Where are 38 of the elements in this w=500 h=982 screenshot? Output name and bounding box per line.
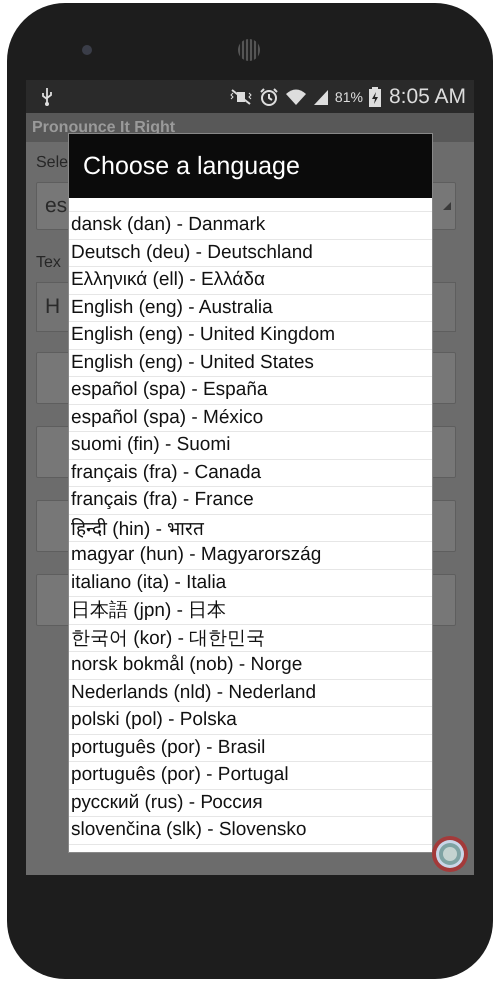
language-option[interactable]: हिन्दी (hin) - भारत	[69, 514, 432, 542]
language-option[interactable]: norsk bokmål (nob) - Norge	[69, 652, 432, 680]
speaker-grille-icon	[238, 39, 260, 61]
language-option[interactable]: 日本語 (jpn) - 日本	[69, 597, 432, 624]
language-option[interactable]: Deutsch (deu) - Deutschland	[69, 240, 432, 267]
language-option[interactable]: polski (pol) - Polska	[69, 707, 432, 734]
text-label: Tex	[36, 254, 61, 272]
language-option[interactable]: Ελληνικά (ell) - Ελλάδα	[69, 267, 432, 294]
language-option[interactable]: English (eng) - Australia	[69, 294, 432, 322]
mute-vibrate-icon	[228, 88, 253, 106]
select-label: Sele	[36, 154, 68, 172]
dropdown-arrow-icon	[443, 202, 451, 210]
language-option[interactable]: français (fra) - Canada	[69, 460, 432, 487]
battery-percentage: 81%	[334, 88, 363, 104]
language-option[interactable]: slovenčina (slk) - Slovensko	[69, 817, 432, 844]
language-option[interactable]: dansk (dan) - Danmark	[69, 212, 432, 240]
language-option[interactable]: português (por) - Brasil	[69, 734, 432, 762]
language-option[interactable]: français (fra) - France	[69, 487, 432, 514]
clock-time: 8:05 AM	[388, 84, 466, 108]
dialog-title: Choose a language	[83, 152, 300, 180]
signal-icon	[312, 88, 329, 106]
language-option[interactable]: русский (rus) - Россия	[69, 790, 432, 817]
floating-bubble-icon[interactable]	[431, 835, 469, 873]
language-option[interactable]: suomi (fin) - Suomi	[69, 432, 432, 460]
camera-icon	[82, 45, 92, 55]
language-option[interactable]: magyar (hun) - Magyarország	[69, 542, 432, 570]
language-option[interactable]: Nederlands (nld) - Nederland	[69, 680, 432, 707]
language-option[interactable]: português (por) - Portugal	[69, 762, 432, 790]
language-option[interactable]: italiano (ita) - Italia	[69, 570, 432, 597]
wifi-icon	[284, 88, 307, 106]
language-option[interactable]: español (spa) - México	[69, 404, 432, 432]
language-option[interactable]: español (spa) - España	[69, 377, 432, 404]
battery-charging-icon	[368, 86, 381, 106]
alarm-icon	[258, 86, 279, 106]
language-option[interactable]: English (eng) - United Kingdom	[69, 322, 432, 350]
language-option[interactable]: 한국어 (kor) - 대한민국	[69, 624, 432, 652]
usb-icon	[40, 86, 54, 106]
language-option[interactable]: English (eng) - United States	[69, 350, 432, 377]
